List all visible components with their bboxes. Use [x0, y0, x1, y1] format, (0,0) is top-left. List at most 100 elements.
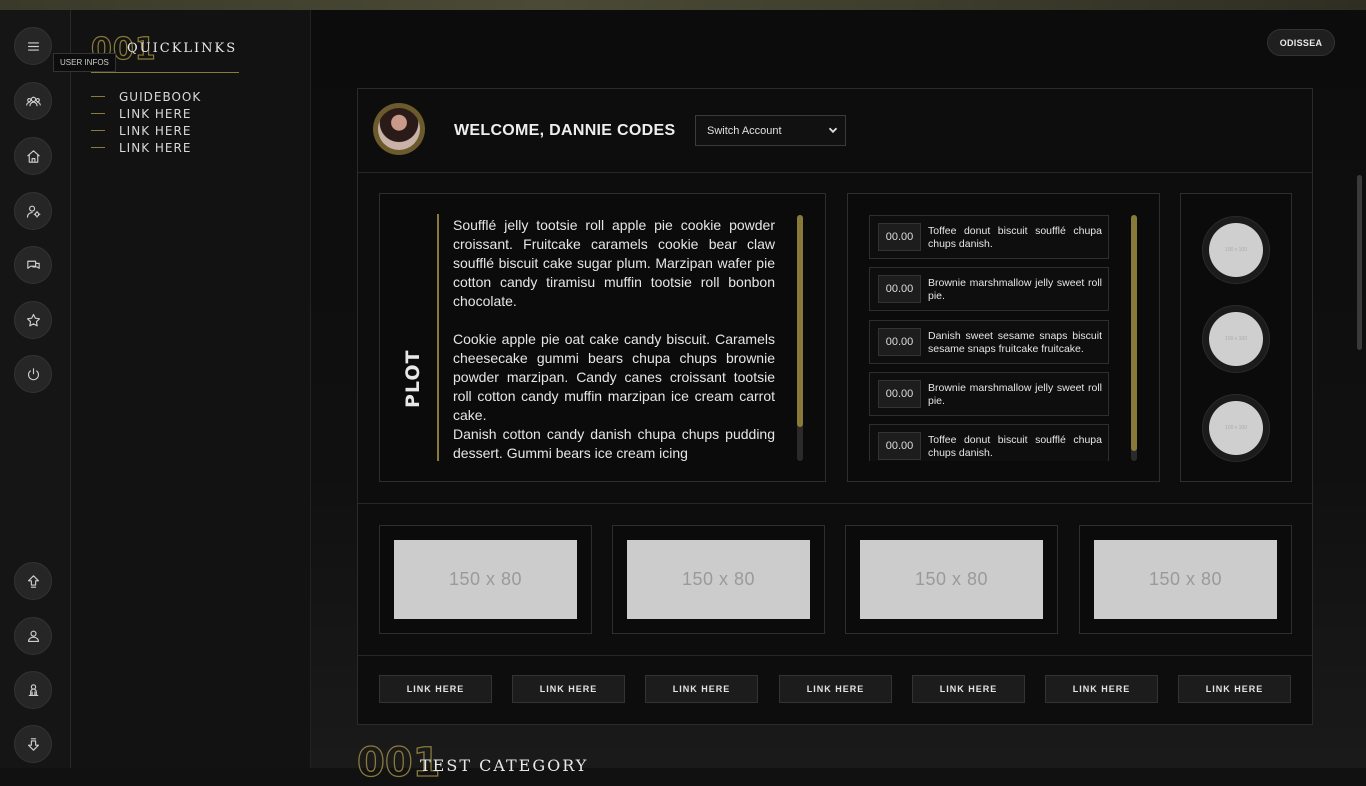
plot-paragraph: Danish cotton candy danish chupa chups p…: [453, 426, 775, 461]
profile-button[interactable]: [14, 617, 52, 655]
plot-paragraph: Soufflé jelly tootsie roll apple pie coo…: [453, 217, 775, 309]
divider: [358, 503, 1312, 504]
messages-button[interactable]: [14, 246, 52, 284]
page-scrollbar[interactable]: [1357, 175, 1362, 350]
event-text: Brownie marshmallow jelly sweet roll pie…: [928, 277, 1102, 302]
circle-placeholder: 100 x 100: [1209, 312, 1263, 366]
thumbnail-placeholder: 150 x 80: [1094, 540, 1277, 619]
event-time: 00.00: [878, 223, 921, 251]
divider: [358, 655, 1312, 656]
list-item[interactable]: 00.00 Toffee donut biscuit soufflé chupa…: [869, 215, 1109, 259]
quicklink-item[interactable]: LINK HERE: [91, 139, 201, 156]
quicklinks-title: QUICKLINKS: [127, 41, 238, 56]
chevron-down-icon: [828, 127, 838, 134]
event-time: 00.00: [878, 432, 921, 460]
list-item[interactable]: 00.00 Danish sweet sesame snaps biscuit …: [869, 320, 1109, 364]
logout-button[interactable]: [14, 355, 52, 393]
quicklink-guidebook[interactable]: GUIDEBOOK: [91, 88, 201, 105]
avatar[interactable]: [373, 103, 425, 155]
dash-decoration: [91, 147, 105, 148]
user-infos-tooltip: USER INFOS: [53, 53, 116, 72]
user-infos-button[interactable]: [14, 82, 52, 120]
dash-decoration: [91, 130, 105, 131]
plot-paragraph: Cookie apple pie oat cake candy biscuit.…: [453, 331, 775, 423]
quicklinks-underline: [91, 72, 239, 73]
quicklink-label: GUIDEBOOK: [119, 89, 202, 104]
list-item[interactable]: 00.00 Brownie marshmallow jelly sweet ro…: [869, 267, 1109, 311]
user-settings-button[interactable]: [14, 192, 52, 230]
profile-card: WELCOME, DANNIE CODES Switch Account PLO…: [357, 88, 1313, 725]
link-button[interactable]: LINK HERE: [1178, 675, 1291, 703]
events-box: 00.00 Toffee donut biscuit soufflé chupa…: [847, 193, 1160, 482]
list-item[interactable]: 00.00 Toffee donut biscuit soufflé chupa…: [869, 424, 1109, 461]
list-item[interactable]: 00.00 Brownie marshmallow jelly sweet ro…: [869, 372, 1109, 416]
link-button[interactable]: LINK HERE: [512, 675, 625, 703]
plot-box: PLOT Soufflé jelly tootsie roll apple pi…: [379, 193, 826, 482]
star-icon: [26, 313, 40, 326]
dash-decoration: [91, 96, 105, 97]
plot-accent-bar: [437, 214, 439, 461]
link-button[interactable]: LINK HERE: [645, 675, 758, 703]
link-button[interactable]: LINK HERE: [912, 675, 1025, 703]
divider: [358, 172, 1312, 173]
scroll-up-button[interactable]: [14, 562, 52, 600]
circle-image[interactable]: 100 x 100: [1202, 305, 1270, 373]
link-button[interactable]: LINK HERE: [779, 675, 892, 703]
event-time: 00.00: [878, 275, 921, 303]
events-scrollbar[interactable]: [1131, 215, 1137, 461]
quicklink-item[interactable]: LINK HERE: [91, 105, 201, 122]
home-icon: [26, 149, 40, 163]
circle-placeholder: 100 x 100: [1209, 401, 1263, 455]
event-text: Toffee donut biscuit soufflé chupa chups…: [928, 225, 1102, 250]
chat-icon: [26, 260, 40, 269]
link-button[interactable]: LINK HERE: [1045, 675, 1158, 703]
group-icon: [28, 683, 38, 696]
switch-account-select[interactable]: Switch Account: [695, 115, 846, 146]
quicklink-label: LINK HERE: [119, 106, 192, 121]
quicklinks-panel: 001 QUICKLINKS GUIDEBOOK LINK HERE LINK …: [71, 10, 311, 768]
event-text: Danish sweet sesame snaps biscuit sesame…: [928, 330, 1102, 355]
quicklink-label: LINK HERE: [119, 123, 192, 138]
thumbnail-card[interactable]: 150 x 80: [612, 525, 825, 634]
thumbnail-card[interactable]: 150 x 80: [1079, 525, 1292, 634]
plot-text: Soufflé jelly tootsie roll apple pie coo…: [453, 216, 775, 461]
event-text: Brownie marshmallow jelly sweet roll pie…: [928, 382, 1102, 407]
thumbnail-card[interactable]: 150 x 80: [845, 525, 1058, 634]
circles-box: 100 x 100 100 x 100 100 x 100: [1180, 193, 1292, 482]
power-icon: [27, 367, 39, 380]
quicklink-label: LINK HERE: [119, 140, 192, 155]
quicklink-item[interactable]: LINK HERE: [91, 122, 201, 139]
user-settings-icon: [26, 205, 40, 218]
users-icon: [25, 96, 41, 106]
welcome-heading: WELCOME, DANNIE CODES: [454, 122, 676, 139]
profile-icon: [27, 630, 39, 642]
favorites-button[interactable]: [14, 301, 52, 339]
thumbnail-placeholder: 150 x 80: [394, 540, 577, 619]
top-banner-strip: [0, 0, 1366, 10]
group-button[interactable]: [14, 671, 52, 709]
arrow-down-icon: [27, 737, 39, 751]
section-title: TEST CATEGORY: [420, 756, 589, 775]
avatar-image: [378, 108, 420, 150]
circle-image[interactable]: 100 x 100: [1202, 394, 1270, 462]
thumbnail-card[interactable]: 150 x 80: [379, 525, 592, 634]
scroll-down-button[interactable]: [14, 725, 52, 763]
home-button[interactable]: [14, 137, 52, 175]
dash-decoration: [91, 113, 105, 114]
plot-scroll-thumb[interactable]: [797, 215, 803, 427]
thumbnail-placeholder: 150 x 80: [860, 540, 1043, 619]
thumbnail-placeholder: 150 x 80: [627, 540, 810, 619]
switch-account-value: Switch Account: [707, 124, 782, 137]
circle-placeholder: 100 x 100: [1209, 223, 1263, 277]
plot-scrollbar[interactable]: [797, 215, 803, 461]
menu-button[interactable]: [14, 27, 52, 65]
quicklinks-list: GUIDEBOOK LINK HERE LINK HERE LINK HERE: [91, 88, 201, 156]
circle-image[interactable]: 100 x 100: [1202, 216, 1270, 284]
event-text: Toffee donut biscuit soufflé chupa chups…: [928, 434, 1102, 459]
plot-label: PLOT: [402, 349, 424, 408]
link-button[interactable]: LINK HERE: [379, 675, 492, 703]
events-scroll-thumb[interactable]: [1131, 215, 1137, 451]
user-menu-button[interactable]: ODISSEA: [1267, 29, 1335, 56]
arrow-up-icon: [27, 574, 39, 588]
